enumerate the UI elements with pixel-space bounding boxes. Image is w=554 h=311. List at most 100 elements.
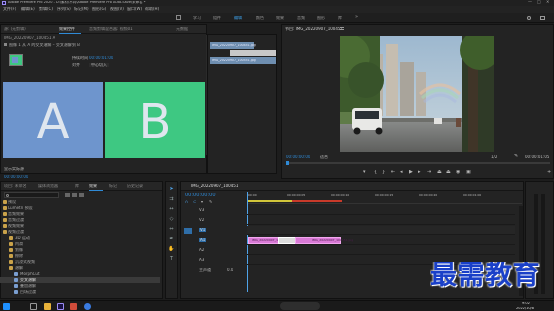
hand-tool-icon[interactable]: ✋: [168, 246, 175, 253]
type-tool-icon[interactable]: T: [168, 256, 175, 263]
program-monitor-menu-icon[interactable]: [340, 27, 344, 30]
step-back-icon[interactable]: ◂: [400, 170, 403, 175]
workspace-libraries[interactable]: 库: [338, 16, 342, 20]
export-frame-icon[interactable]: ◉: [456, 170, 460, 175]
workspace-audio[interactable]: 音频: [297, 16, 305, 20]
tree-cross-dissolve[interactable]: 交叉溶解: [20, 278, 36, 282]
tree-3d-motion[interactable]: 3D 运动: [15, 236, 30, 240]
tree-video-effects[interactable]: 视频效果: [8, 224, 24, 228]
workspace-assembly[interactable]: 组件: [213, 16, 221, 20]
maximize-button[interactable]: □: [537, 0, 541, 4]
tree-audio-effects[interactable]: 音频效果: [8, 212, 24, 216]
tab-effect-controls[interactable]: 效果控件: [59, 27, 75, 31]
timeline-clip[interactable]: IMG_20220907_100551.jpg: [295, 237, 353, 244]
search-taskbar-icon[interactable]: [280, 302, 320, 310]
tab-project[interactable]: 项目: 未命名: [4, 184, 27, 188]
tree-dip-to-white[interactable]: 白场过渡: [20, 290, 36, 294]
premiere-taskbar-icon[interactable]: [57, 303, 64, 310]
zoom-fit-select[interactable]: 适合: [320, 155, 328, 159]
workspace-color[interactable]: 颜色: [256, 16, 264, 20]
taskview-icon[interactable]: [30, 303, 37, 310]
program-monitor-title[interactable]: 节目: IMG_20220907_100451: [285, 27, 343, 31]
menu-file[interactable]: 文件(F): [3, 7, 16, 11]
tree-dissolve[interactable]: 溶解: [15, 266, 23, 270]
tab-media-browser[interactable]: 媒体浏览器: [38, 184, 58, 188]
slip-tool-icon[interactable]: ⇔: [168, 226, 175, 233]
mark-out-icon[interactable]: }: [382, 170, 385, 175]
source-panel-label[interactable]: 源: (无剪辑): [4, 27, 26, 31]
timeline-ruler[interactable]: 00:00 00:00:00:05 00:00:00:10 00:00:00:1…: [247, 192, 522, 204]
play-transition-icon[interactable]: [4, 43, 7, 46]
menu-view[interactable]: 视图(V): [110, 7, 124, 11]
browser-icon[interactable]: [84, 303, 91, 310]
32bit-effects-icon[interactable]: [72, 193, 77, 197]
tree-audio-transitions[interactable]: 音频过渡: [8, 218, 24, 222]
marker-icon[interactable]: ▾: [363, 170, 366, 175]
track-select-tool-icon[interactable]: ⇉: [168, 196, 175, 203]
tab-libraries[interactable]: 库: [75, 184, 79, 188]
pen-tool-icon[interactable]: ✒: [168, 236, 175, 243]
wrench-icon[interactable]: ✎: [514, 154, 518, 159]
go-to-in-icon[interactable]: ⇤: [391, 170, 395, 175]
menu-edit[interactable]: 编辑(E): [21, 7, 35, 11]
step-forward-icon[interactable]: ▸: [418, 170, 421, 175]
tab-history[interactable]: 历史记录: [127, 184, 143, 188]
share-icon[interactable]: [540, 16, 545, 20]
duration-value[interactable]: 00:00:01:00: [89, 56, 113, 60]
lift-icon[interactable]: ⏏: [437, 170, 442, 175]
workspace-graphics[interactable]: 图形: [317, 16, 325, 20]
menu-window[interactable]: 窗口(W): [127, 7, 142, 11]
tree-presets[interactable]: 预设: [8, 200, 16, 204]
workspace-learn[interactable]: 学习: [193, 16, 201, 20]
tree-slide[interactable]: 内滑: [15, 242, 23, 246]
workspace-effects[interactable]: 效果: [276, 16, 284, 20]
menu-marker[interactable]: 标记(M): [74, 7, 89, 11]
mark-in-icon[interactable]: {: [374, 170, 377, 175]
tab-audio-mixer[interactable]: 音频剪辑混合器: 视频01: [89, 27, 133, 31]
ripple-edit-tool-icon[interactable]: ↔: [168, 206, 175, 213]
timeline-settings-icon[interactable]: ✎: [209, 200, 212, 204]
track-v1-source-patch[interactable]: [184, 228, 192, 234]
yuv-effects-icon[interactable]: [79, 193, 84, 197]
file-explorer-icon[interactable]: [44, 303, 51, 310]
add-button-icon[interactable]: +: [547, 170, 551, 175]
menu-help[interactable]: 帮助(H): [145, 7, 159, 11]
razor-tool-icon[interactable]: ◇: [168, 216, 175, 223]
selection-tool-icon[interactable]: ➤: [168, 186, 175, 193]
tree-morph-cut[interactable]: MorphCut: [20, 272, 40, 276]
linked-selection-icon[interactable]: ⊂: [193, 200, 196, 204]
app-icon[interactable]: [70, 303, 77, 310]
workspace-editing[interactable]: 编辑: [234, 16, 242, 20]
program-scrubber[interactable]: [286, 161, 550, 165]
windows-start-icon[interactable]: [3, 303, 10, 310]
tree-additive-dissolve[interactable]: 叠加溶解: [20, 284, 36, 288]
home-icon[interactable]: [176, 15, 181, 20]
play-icon[interactable]: ▶: [409, 170, 413, 175]
close-button[interactable]: ✕: [546, 0, 549, 4]
go-to-out-icon[interactable]: ⇥: [427, 170, 431, 175]
add-marker-icon[interactable]: ▾: [201, 200, 203, 204]
menu-graphics[interactable]: 图形(G): [92, 7, 106, 11]
tree-wipe[interactable]: 擦除: [15, 254, 23, 258]
timeline-sequence-tab[interactable]: IMG_20220907_100451: [191, 184, 238, 188]
menu-sequence[interactable]: 序列(S): [57, 7, 71, 11]
tab-markers[interactable]: 标记: [109, 184, 117, 188]
menu-clip[interactable]: 剪辑(C): [39, 7, 53, 11]
timeline-timecode[interactable]: 00:00:00:00: [185, 193, 216, 198]
tree-lumetri-presets[interactable]: Lumetri 预设: [8, 206, 33, 210]
alignment-select[interactable]: 中心切入: [89, 63, 109, 67]
compare-view-icon[interactable]: ▣: [466, 170, 471, 175]
minimize-button[interactable]: —: [528, 0, 532, 4]
master-track-value[interactable]: 0.0: [227, 268, 233, 272]
accelerated-effects-icon[interactable]: [65, 193, 70, 197]
search-icon[interactable]: [527, 16, 531, 20]
snap-icon[interactable]: ∩: [185, 200, 188, 204]
extract-icon[interactable]: ⏏: [446, 170, 451, 175]
tree-immersive[interactable]: 沉浸式视频: [15, 260, 35, 264]
effects-search-input[interactable]: [4, 192, 59, 198]
show-actual-sources-checkbox[interactable]: 显示实际源: [4, 167, 24, 171]
tab-effects[interactable]: 效果: [89, 184, 97, 188]
tree-video-transitions[interactable]: 视频过渡: [8, 230, 24, 234]
more-workspaces-icon[interactable]: »: [355, 15, 358, 20]
program-timecode-left[interactable]: 00:00:00:00: [286, 155, 310, 159]
